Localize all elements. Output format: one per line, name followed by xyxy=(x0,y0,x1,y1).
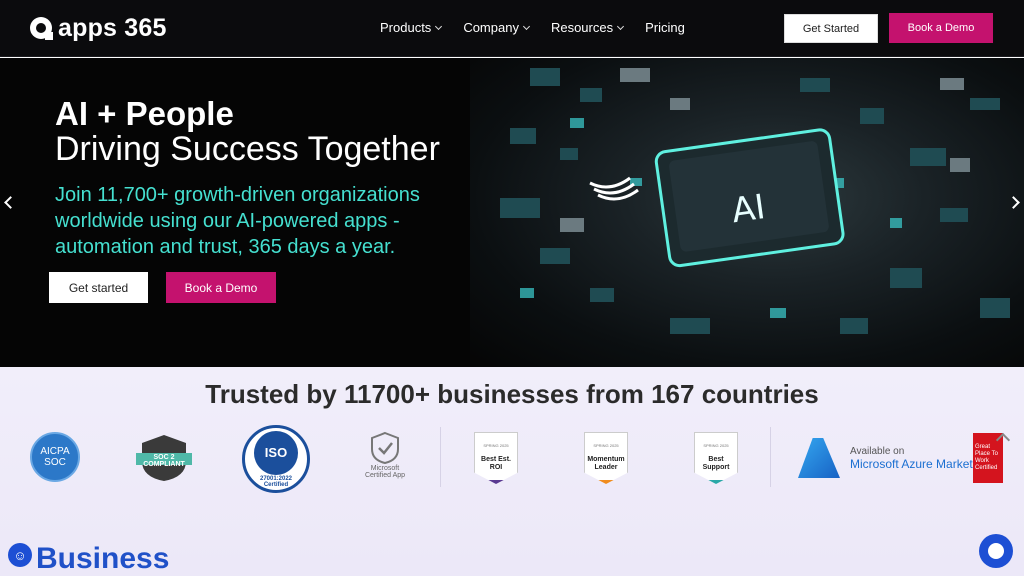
g2-label: Best Est. ROI xyxy=(481,455,511,471)
iso-badge: ISO 27001:2022 Certified xyxy=(242,425,310,493)
top-navbar: apps 365 Products Company Resources Pric… xyxy=(0,0,1024,57)
nav-get-started-button[interactable]: Get Started xyxy=(784,14,878,43)
menu-label: Company xyxy=(463,20,519,35)
badge-divider xyxy=(440,427,441,487)
g2-best-roi-badge: SPRING 2025 Best Est. ROI xyxy=(474,432,518,484)
menu-pricing[interactable]: Pricing xyxy=(645,20,685,35)
azure-marketplace-badge: Available on Microsoft Azure Marketplace xyxy=(798,437,1001,479)
main-menu: Products Company Resources Pricing xyxy=(380,20,685,35)
g2-season: SPRING 2025 xyxy=(483,442,509,448)
hero-banner: AI AI + People Driving Success Together … xyxy=(0,58,1024,367)
chevron-down-icon xyxy=(617,22,625,30)
aicpa-soc-badge: AICPA SOC xyxy=(30,432,80,482)
accessibility-icon[interactable]: ☺ xyxy=(8,543,32,567)
menu-label: Products xyxy=(380,20,432,35)
azure-logo-icon xyxy=(798,438,840,478)
g2-label: Momentum Leader xyxy=(587,455,625,471)
g2-momentum-leader-badge: SPRING 2025 Momentum Leader xyxy=(584,432,628,484)
soc2-badge: SOC 2 COMPLIANT xyxy=(134,433,194,483)
circuit-board-image: AI xyxy=(500,68,1010,334)
hero-title-line2: Driving Success Together xyxy=(55,130,440,168)
soc2-label: SOC 2 COMPLIANT xyxy=(143,454,185,468)
g2-best-support-badge: SPRING 2025 Best Support xyxy=(694,432,738,484)
logo-text: apps 365 xyxy=(58,13,167,42)
logo-icon xyxy=(30,17,53,40)
trust-section: Trusted by 11700+ businesses from 167 co… xyxy=(0,367,1024,576)
logo[interactable]: apps 365 xyxy=(30,12,167,44)
chip-label: AI xyxy=(729,187,768,231)
hero-subtitle: Join 11,700+ growth-driven organizations… xyxy=(55,184,420,258)
badge-divider xyxy=(770,427,771,487)
menu-resources[interactable]: Resources xyxy=(550,20,625,35)
menu-products[interactable]: Products xyxy=(380,20,443,35)
g2-label: Best Support xyxy=(702,455,730,471)
microsoft-certified-badge: Microsoft Certified App xyxy=(360,431,410,479)
g2-season: SPRING 2025 xyxy=(593,442,619,448)
section-heading: Business xyxy=(36,542,170,575)
menu-label: Pricing xyxy=(645,20,685,35)
chat-bubble-icon xyxy=(988,543,1004,559)
hero-chip-image: AI xyxy=(470,58,1024,367)
trust-title: Trusted by 11700+ businesses from 167 co… xyxy=(205,379,819,409)
ms-cert-label: Microsoft Certified App xyxy=(364,465,406,479)
menu-label: Resources xyxy=(550,20,614,35)
hero-title-line1: AI + People xyxy=(55,95,234,132)
hero-get-started-button[interactable]: Get started xyxy=(49,272,148,303)
iso-code: ISO xyxy=(254,430,298,475)
chevron-down-icon xyxy=(522,22,530,30)
menu-company[interactable]: Company xyxy=(463,20,530,35)
hero-book-demo-button[interactable]: Book a Demo xyxy=(166,272,276,303)
nav-book-demo-button[interactable]: Book a Demo xyxy=(889,13,993,43)
chevron-down-icon xyxy=(435,22,443,30)
shield-check-icon xyxy=(371,431,399,465)
chat-widget-button[interactable] xyxy=(979,534,1013,568)
carousel-prev-icon[interactable] xyxy=(4,196,17,209)
g2-season: SPRING 2025 xyxy=(703,442,729,448)
iso-caption: Certified xyxy=(263,481,289,488)
